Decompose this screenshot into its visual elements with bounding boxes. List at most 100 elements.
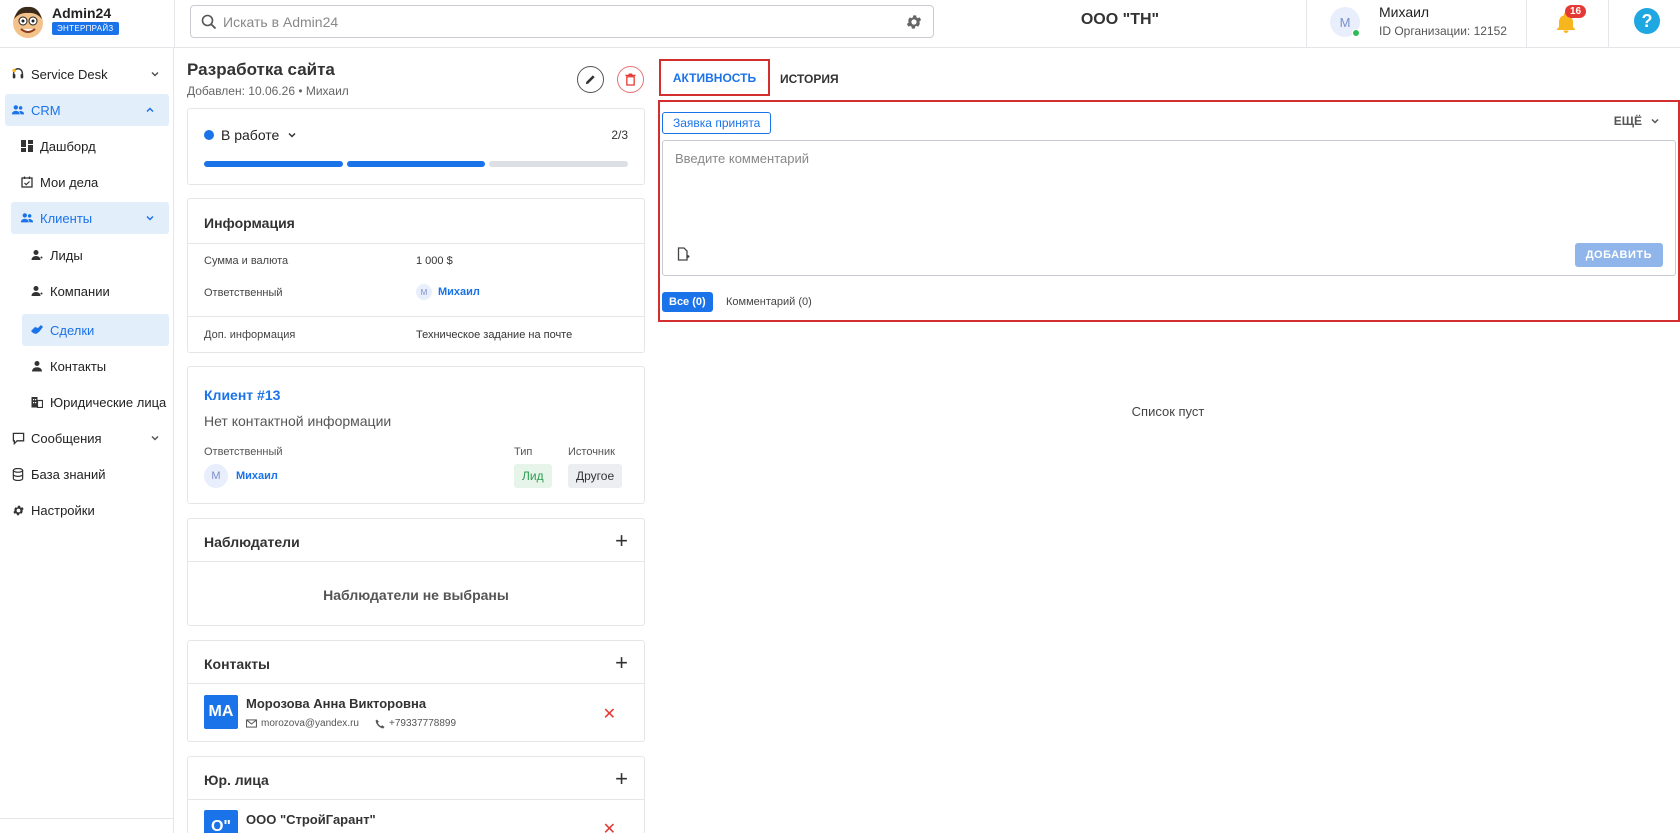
- sidebar: Service Desk CRM Дашборд Мои дела Клиент…: [0, 48, 174, 833]
- client-responsible[interactable]: М Михаил: [204, 464, 278, 488]
- contacts-title: Контакты: [204, 656, 271, 672]
- user-name[interactable]: Михаил: [1379, 4, 1429, 20]
- sidebar-item-label: Юридические лица: [50, 394, 167, 410]
- sidebar-bottom-divider: [0, 818, 174, 819]
- request-accepted-button[interactable]: Заявка принята: [662, 112, 772, 134]
- chevron-down-icon: [145, 213, 155, 223]
- people-icon: [20, 211, 34, 225]
- sidebar-item-label: Настройки: [31, 502, 95, 518]
- status-dot: [204, 130, 214, 140]
- stage-bar-1[interactable]: [204, 161, 343, 167]
- status-dropdown[interactable]: В работе: [204, 127, 297, 143]
- sidebar-item-knowledge-base[interactable]: База знаний: [0, 458, 174, 490]
- organization-name[interactable]: ООО "ТН": [1030, 11, 1210, 29]
- search-input[interactable]: [223, 6, 873, 37]
- stage-bar-2[interactable]: [347, 161, 485, 167]
- sidebar-item-label: Сделки: [50, 322, 95, 338]
- building-icon: [30, 395, 44, 409]
- info-label-responsible: Ответственный: [204, 287, 283, 299]
- tab-activity[interactable]: АКТИВНОСТЬ: [659, 59, 770, 96]
- sidebar-item-label: Компании: [50, 283, 110, 299]
- divider: [188, 561, 644, 562]
- add-contact-button[interactable]: +: [615, 652, 628, 674]
- pencil-icon: [584, 73, 597, 86]
- sidebar-item-dashboard[interactable]: Дашборд: [0, 130, 174, 162]
- search-icon: [201, 14, 217, 30]
- mail-icon: [246, 719, 257, 728]
- info-card-title: Информация: [204, 215, 295, 231]
- client-responsible-name[interactable]: Михаил: [236, 470, 278, 482]
- brand-name: Admin24: [52, 5, 112, 21]
- header-divider: [1526, 0, 1527, 48]
- legal-entities-card: Юр. лица + О" ООО "СтройГарант" ✕: [187, 756, 645, 833]
- contact-phone[interactable]: +79337778899: [389, 718, 456, 729]
- filter-comments-button[interactable]: Комментарий (0): [726, 296, 812, 308]
- chevron-down-icon: [287, 130, 297, 140]
- sidebar-item-label: Дашборд: [40, 138, 96, 154]
- delete-button[interactable]: [617, 66, 644, 93]
- sidebar-item-deals[interactable]: Сделки: [22, 314, 169, 346]
- chevron-down-icon: [1650, 116, 1660, 126]
- stage-bar-3[interactable]: [489, 161, 628, 167]
- header-divider: [174, 0, 175, 48]
- sidebar-item-legal-entities[interactable]: Юридические лица: [0, 386, 174, 418]
- remove-contact-button[interactable]: ✕: [603, 704, 616, 724]
- more-dropdown[interactable]: ЕЩЁ: [1614, 114, 1660, 128]
- info-value-amount: 1 000 $: [416, 255, 453, 267]
- contact-name-link[interactable]: Морозова Анна Викторовна: [246, 696, 426, 711]
- info-card: Информация Сумма и валюта 1 000 $ Ответс…: [187, 198, 645, 353]
- add-comment-button[interactable]: ДОБАВИТЬ: [1574, 243, 1663, 267]
- sidebar-item-leads[interactable]: Лиды: [0, 239, 174, 271]
- chat-icon: [11, 431, 25, 445]
- deal-title: Разработка сайта: [187, 60, 335, 79]
- sidebar-item-crm[interactable]: CRM: [5, 94, 169, 126]
- comment-input[interactable]: [675, 151, 1575, 211]
- sidebar-item-contacts[interactable]: Контакты: [0, 350, 174, 382]
- observers-title: Наблюдатели: [204, 534, 300, 550]
- top-header: Admin24 ЭНТЕРПРАЙЗ ООО "ТН" М Михаил ID …: [0, 0, 1680, 48]
- person-icon: [30, 284, 44, 298]
- sidebar-item-label: Клиенты: [40, 210, 93, 226]
- search-box[interactable]: [190, 5, 934, 38]
- sidebar-item-my-tasks[interactable]: Мои дела: [0, 166, 174, 198]
- responsible-name-link[interactable]: Михаил: [438, 286, 480, 298]
- comment-box: ДОБАВИТЬ: [662, 140, 1676, 276]
- observers-empty: Наблюдатели не выбраны: [323, 587, 509, 603]
- sidebar-item-settings[interactable]: Настройки: [0, 494, 174, 526]
- headset-icon: [11, 67, 25, 81]
- add-observer-button[interactable]: +: [615, 530, 628, 552]
- client-title-link[interactable]: Клиент #13: [204, 387, 280, 403]
- contact-email[interactable]: morozova@yandex.ru: [261, 718, 359, 729]
- sidebar-item-service-desk[interactable]: Service Desk: [0, 58, 174, 90]
- database-icon: [11, 467, 25, 481]
- person-icon: [30, 359, 44, 373]
- sidebar-item-companies[interactable]: Компании: [0, 275, 174, 307]
- add-legal-entity-button[interactable]: +: [615, 768, 628, 790]
- sidebar-item-label: Лиды: [50, 247, 83, 263]
- organization-id: ID Организации: 12152: [1379, 24, 1507, 38]
- dashboard-icon: [20, 139, 34, 153]
- gear-icon: [11, 503, 25, 517]
- observers-card: Наблюдатели + Наблюдатели не выбраны: [187, 518, 645, 626]
- legal-entity-name-link[interactable]: ООО "СтройГарант": [246, 812, 376, 827]
- client-source-tag: Другое: [568, 464, 623, 488]
- sidebar-item-clients[interactable]: Клиенты: [11, 202, 169, 234]
- edit-button[interactable]: [577, 66, 604, 93]
- logo-avatar-icon[interactable]: [10, 4, 46, 40]
- sidebar-item-messages[interactable]: Сообщения: [0, 422, 174, 454]
- info-value-responsible[interactable]: М Михаил: [416, 284, 480, 300]
- client-source-label: Источник: [568, 446, 615, 458]
- sidebar-item-label: Сообщения: [31, 430, 102, 446]
- tab-history[interactable]: ИСТОРИЯ: [780, 72, 839, 86]
- divider: [188, 243, 644, 244]
- contact-details: morozova@yandex.ru +79337778899: [246, 718, 456, 729]
- people-icon: [11, 103, 25, 117]
- filter-all-button[interactable]: Все (0): [662, 292, 713, 312]
- empty-list-message: Список пуст: [1131, 404, 1205, 419]
- attach-file-icon[interactable]: [677, 247, 690, 261]
- sidebar-item-label: CRM: [31, 102, 61, 118]
- remove-legal-entity-button[interactable]: ✕: [603, 819, 616, 833]
- help-icon[interactable]: ?: [1634, 8, 1660, 34]
- search-settings-gear-icon[interactable]: [905, 13, 923, 31]
- online-status-dot: [1352, 29, 1360, 37]
